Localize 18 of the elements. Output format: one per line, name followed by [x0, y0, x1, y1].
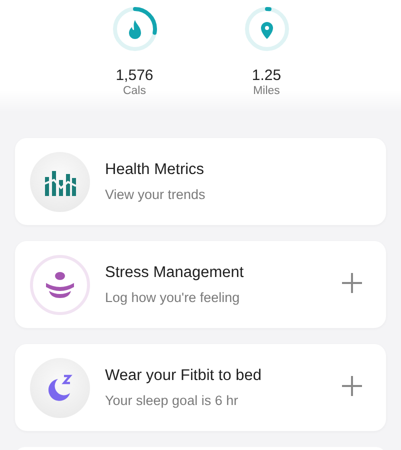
tile-card[interactable]: Stress Management Log how you're feeling [15, 241, 386, 328]
location-pin-icon [260, 22, 272, 39]
stat-label: Cals [122, 85, 146, 97]
tile-card[interactable]: Health Metrics View your trends [15, 138, 386, 225]
plus-icon [341, 375, 363, 397]
stat-label: Miles [253, 85, 280, 97]
tile-card[interactable]: Wear your Fitbit to bed Your sleep goal is 6 hr [15, 344, 386, 431]
card-subtitle: View your trends [105, 187, 206, 202]
card-subtitle: Log how you're feeling [105, 290, 241, 305]
card-subtitle: Your sleep goal is 6 hr [105, 393, 240, 408]
card-title: Health Metrics [105, 161, 206, 179]
flame-icon [128, 20, 140, 39]
plus-icon [341, 272, 363, 294]
stat-value: 1,576 [116, 67, 154, 84]
card-title: Stress Management [105, 264, 245, 282]
stat-value: 1.25 [252, 67, 282, 84]
meditation-icon [45, 270, 75, 298]
card-title: Wear your Fitbit to bed [105, 367, 263, 385]
